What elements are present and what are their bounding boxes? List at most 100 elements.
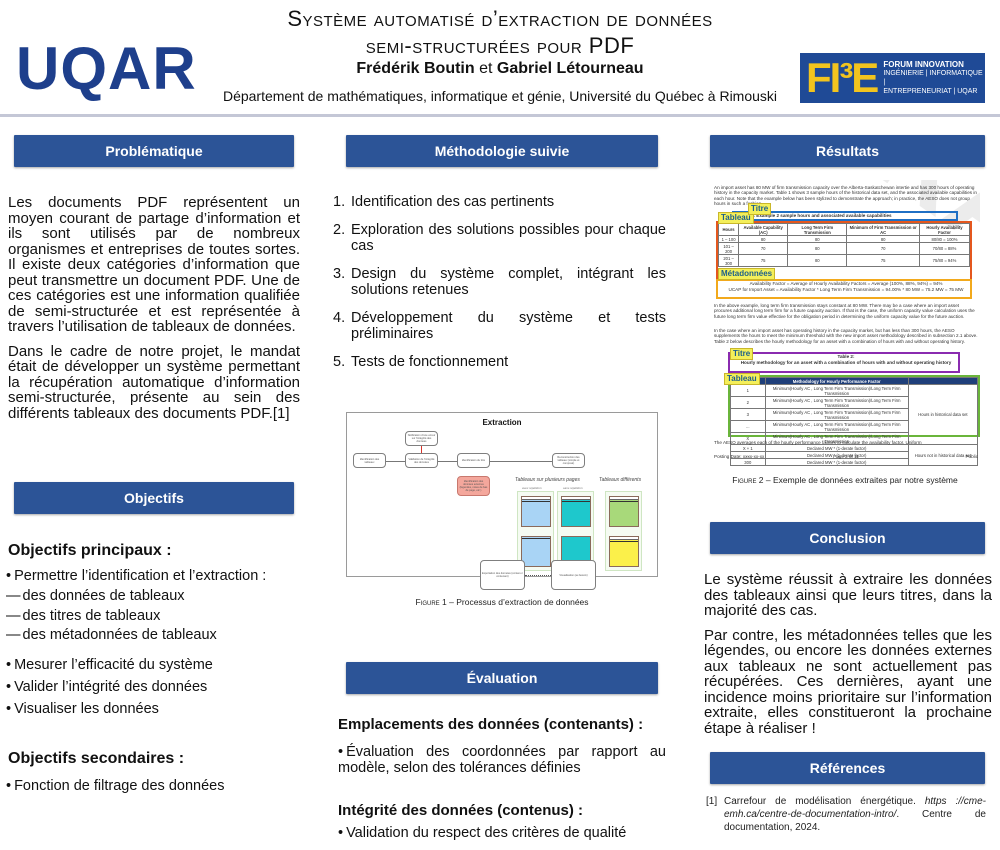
reference-number: [1] xyxy=(706,796,718,807)
problematique-paragraph-2: Dans le cadre de notre projet, le mandat… xyxy=(8,342,300,422)
table-cell: 75/80 = 94% xyxy=(918,254,971,267)
caption-text: – Exemple de données extraites par notre… xyxy=(763,475,958,485)
table-cell: Minimum(Hourly AC , Long Term Firm Trans… xyxy=(764,420,909,433)
department: Département de mathématiques, informatiq… xyxy=(222,88,778,104)
list-item: Fonction de filtrage des données xyxy=(6,775,306,797)
table-header-cell xyxy=(907,377,979,385)
list-subitem: des métadonnées de tableaux xyxy=(6,626,306,646)
author-2: Gabriel Létourneau xyxy=(496,60,644,77)
author-joiner: et xyxy=(474,60,497,77)
list-item: Évaluation des coordonnées par rapport a… xyxy=(338,744,666,776)
document-paragraph-3: In the case where an import asset has op… xyxy=(714,328,978,344)
caption-text: – Processus d’extraction de données xyxy=(446,597,589,607)
table-cell: Hours in historical data set xyxy=(907,384,979,445)
section-header-problematique: Problématique xyxy=(14,135,294,167)
reference-text: Carrefour de modélisation énergétique. h… xyxy=(724,795,986,834)
arrow xyxy=(490,461,552,462)
author-1: Frédérik Boutin xyxy=(356,60,475,77)
table-cell: 80 xyxy=(738,235,789,243)
methodologie-step: 2. Exploration des solutions possibles po… xyxy=(333,222,666,254)
table-cell: Minimum(Hourly AC , Long Term Firm Trans… xyxy=(764,384,909,397)
methodologie-step: 3. Design du système complet, intégrant l… xyxy=(333,266,666,298)
fie-logo-letters: FI³E xyxy=(806,54,879,101)
table-cell: 1 – 100 xyxy=(717,235,740,243)
evaluation-contenants-heading: Emplacements des données (contenants) : xyxy=(338,716,644,733)
fie-logo-text: FORUM INNOVATION INGÉNIERIE | INFORMATIQ… xyxy=(883,60,985,96)
table-group-differents xyxy=(605,491,642,571)
figure-2-extracted-document: DRAFT An import asset has 80 MW of firm … xyxy=(712,180,980,468)
list-subitem: des données de tableaux xyxy=(6,587,306,607)
table-header-cell: Available Capability (AC) xyxy=(738,223,789,236)
objectifs-principaux-list: Permettre l’identification et l’extracti… xyxy=(6,565,306,720)
table-thumbnail xyxy=(561,496,591,527)
table-thumbnail xyxy=(521,536,551,567)
methodologie-step: 5. Tests de fonctionnement xyxy=(333,354,666,370)
table-header-cell: Long Term Firm Transmission xyxy=(787,223,848,236)
label-avec-repetition: avec répétition xyxy=(522,486,542,490)
fie-logo: FI³E FORUM INNOVATION INGÉNIERIE | INFOR… xyxy=(800,53,985,103)
table-cell: 80 xyxy=(846,235,920,243)
table-group-avec-repetition xyxy=(517,491,554,571)
list-item: Visualiser les données xyxy=(6,698,306,720)
evaluation-contenus-heading: Intégrité des données (contenus) : xyxy=(338,802,584,819)
section-header-resultats: Résultats xyxy=(710,135,985,167)
list-item: Mesurer l’efficacité du système xyxy=(6,654,306,676)
node-identification-donnees-externes: Identification des données externes (lég… xyxy=(457,476,490,496)
section-header-methodologie: Méthodologie suivie xyxy=(346,135,658,167)
label-tableaux-plusieurs-pages: Tableaux sur plusieurs pages xyxy=(515,477,580,483)
list-item: Permettre l’identification et l’extracti… xyxy=(6,565,306,587)
list-item: Validation du respect des critères de qu… xyxy=(338,825,666,842)
step-number: 4. xyxy=(333,310,346,326)
section-header-objectifs: Objectifs xyxy=(14,482,294,514)
step-number: 3. xyxy=(333,266,346,282)
methodologie-step: 4. Développement du système et tests prél… xyxy=(333,310,666,342)
table-cell: Declared MW * (1-derate factor) xyxy=(764,458,909,466)
table2: HourMethodology for Hourly Performance F… xyxy=(730,377,979,466)
table-cell: 1 xyxy=(730,384,766,397)
fie-logo-line1: FORUM INNOVATION xyxy=(883,60,964,69)
table-cell: 201 – 300 xyxy=(717,254,740,267)
table-cell: 101 – 200 xyxy=(717,242,740,255)
table-row: 1 Minimum(Hourly AC , Long Term Firm Tran… xyxy=(730,384,979,445)
node-notification-erreur: Notification d’une erreur sur l’intégrit… xyxy=(405,431,438,446)
table-cell: X + 1 xyxy=(730,444,766,452)
uqar-logo: UQAR xyxy=(16,35,197,102)
tag-metadonnees: Métadonnées xyxy=(718,268,776,280)
table-cell: 70 xyxy=(738,242,789,255)
list-subitem: des titres de tableaux xyxy=(6,607,306,627)
step-text: Identification des cas pertinents xyxy=(351,194,555,210)
arrow xyxy=(386,461,405,462)
arrow xyxy=(438,461,457,462)
table-cell: 80 xyxy=(787,235,848,243)
table-cell: Declared MW * (1-derate factor) xyxy=(764,444,909,452)
table-header-cell: Hourly Availability Factor xyxy=(918,223,971,236)
dotted-connector xyxy=(525,575,551,576)
step-text: Design du système complet, intégrant les… xyxy=(351,266,666,298)
caption-prefix: Figure 1 xyxy=(415,597,447,607)
table-cell: 70 xyxy=(846,242,920,255)
section-header-conclusion: Conclusion xyxy=(710,522,985,554)
table-cell: 300 xyxy=(730,458,766,466)
objectifs-principaux-heading: Objectifs principaux : xyxy=(8,542,172,559)
table-cell: 75 xyxy=(846,254,920,267)
table-cell: 80/80 = 100% xyxy=(918,235,971,243)
table-row: X + 1 Declared MW * (1-derate factor) Hour… xyxy=(730,444,979,466)
table-row: 1 – 100 80 80 80 80/80 = 100% xyxy=(717,235,971,243)
table1-title: Table 1: Example 2 sample hours and asso… xyxy=(738,213,892,218)
table-header-cell: Hours xyxy=(717,223,740,236)
node-reconstruction: Reconstruction des tableaux (simple et c… xyxy=(552,453,585,468)
reference-item: [1] Carrefour de modélisation énergétiqu… xyxy=(706,795,986,834)
step-text: Exploration des solutions possibles pour… xyxy=(351,222,666,254)
table-group-sans-repetition xyxy=(557,491,594,571)
label-tableaux-differents: Tableaux différents xyxy=(599,477,642,483)
tag-titre-2: Titre xyxy=(730,348,754,360)
node-visualisation: Visualisation (au besoin) xyxy=(551,560,596,590)
conclusion-paragraph-1: Le système réussit à extraire les donnée… xyxy=(704,571,992,619)
conclusion-paragraph-2: Par contre, les métadonnées telles que l… xyxy=(704,626,992,737)
table-cell: 2 xyxy=(730,396,766,409)
figure-1-diagram: Extraction Identification des tableaux N… xyxy=(346,412,658,577)
step-number: 2. xyxy=(333,222,346,238)
step-number: 5. xyxy=(333,354,346,370)
table1: Hours Available Capability (AC) Long Ter… xyxy=(717,223,971,267)
tag-titre: Titre xyxy=(748,203,772,215)
